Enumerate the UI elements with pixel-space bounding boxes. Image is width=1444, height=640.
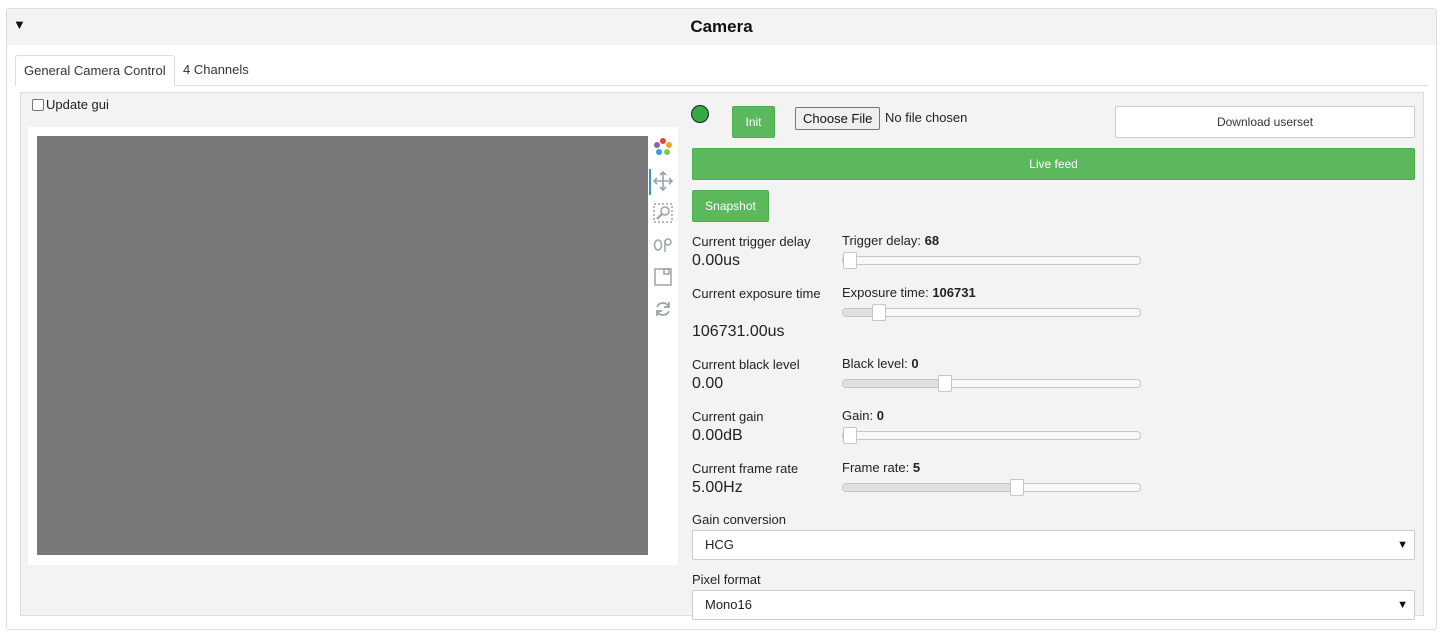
gain-conversion-value: HCG: [705, 537, 734, 552]
frame-rate-label: Frame rate: 5: [842, 460, 921, 475]
status-led: [691, 105, 709, 123]
frame-rate-value: 5: [912, 460, 921, 475]
gain-slider[interactable]: [842, 427, 1141, 444]
download-image-icon[interactable]: [651, 265, 675, 289]
current-black-level-label: Current black level: [692, 357, 800, 372]
dropdown-arrow-icon: ▼: [1397, 599, 1408, 611]
camera-panel: ▼ Camera General Camera Control 4 Channe…: [6, 8, 1437, 630]
current-black-level-value: 0.00: [692, 375, 724, 392]
exposure-time-value: 106731: [932, 285, 976, 300]
exposure-time-slider[interactable]: [842, 304, 1141, 321]
slider-handle[interactable]: [1010, 479, 1024, 496]
dropdown-arrow-icon: ▼: [1397, 539, 1408, 551]
update-gui-label: Update gui: [46, 97, 109, 112]
gain-label: Gain: 0: [842, 408, 884, 423]
current-exposure-time-label: Current exposure time: [692, 286, 821, 301]
pan-icon[interactable]: [651, 169, 675, 193]
black-level-slider[interactable]: [842, 375, 1141, 392]
reset-axes-icon[interactable]: [651, 297, 675, 321]
trigger-delay-label: Trigger delay: 68: [842, 233, 940, 248]
current-gain-value: 0.00dB: [692, 427, 743, 444]
camera-image[interactable]: [37, 136, 648, 555]
snapshot-button[interactable]: Snapshot: [692, 190, 769, 222]
tab-content: Update gui Init Choose File No file chos…: [20, 92, 1424, 620]
slider-handle[interactable]: [872, 304, 886, 321]
toggle-spikelines-icon[interactable]: [651, 233, 675, 257]
current-trigger-delay-value: 0.00us: [692, 252, 741, 269]
update-gui-checkbox[interactable]: [32, 98, 44, 111]
gain-conversion-label: Gain conversion: [692, 512, 786, 527]
plotly-logo-icon[interactable]: [651, 135, 675, 159]
current-frame-rate-label: Current frame rate: [692, 461, 799, 476]
frame-rate-slider[interactable]: [842, 479, 1141, 496]
current-trigger-delay-label: Current trigger delay: [692, 234, 811, 249]
black-level-label: Black level: 0: [842, 356, 919, 371]
slider-handle[interactable]: [843, 427, 857, 444]
tab-4-channels[interactable]: 4 Channels: [175, 55, 257, 85]
slider-handle[interactable]: [843, 252, 857, 269]
choose-file-button[interactable]: Choose File: [795, 107, 881, 130]
init-button[interactable]: Init: [732, 106, 775, 138]
tab-bar: General Camera Control 4 Channels: [15, 55, 1428, 86]
pixel-format-label: Pixel format: [692, 572, 761, 587]
pixel-format-value: Mono16: [705, 597, 752, 612]
gain-conversion-select[interactable]: HCG ▼: [692, 530, 1415, 560]
trigger-delay-value: 68: [924, 233, 940, 248]
slider-handle[interactable]: [938, 375, 952, 392]
tab-general-camera-control[interactable]: General Camera Control: [15, 55, 175, 86]
file-status-text: No file chosen: [885, 110, 968, 125]
update-gui-control[interactable]: Update gui: [32, 97, 109, 112]
gain-value: 0: [876, 408, 884, 423]
trigger-delay-slider[interactable]: [842, 252, 1141, 269]
current-exposure-time-value: 106731.00us: [692, 323, 785, 340]
black-level-value: 0: [911, 356, 919, 371]
download-userset-button[interactable]: Download userset: [1115, 106, 1415, 138]
panel-header[interactable]: ▼ Camera: [7, 9, 1436, 45]
current-frame-rate-value: 5.00Hz: [692, 479, 743, 496]
panel-title: Camera: [690, 17, 753, 36]
zoom-icon[interactable]: [651, 201, 675, 225]
exposure-time-label: Exposure time: 106731: [842, 285, 976, 300]
pixel-format-select[interactable]: Mono16 ▼: [692, 590, 1415, 620]
current-gain-label: Current gain: [692, 409, 764, 424]
camera-plot: [28, 127, 678, 565]
live-feed-button[interactable]: Live feed: [692, 148, 1415, 180]
